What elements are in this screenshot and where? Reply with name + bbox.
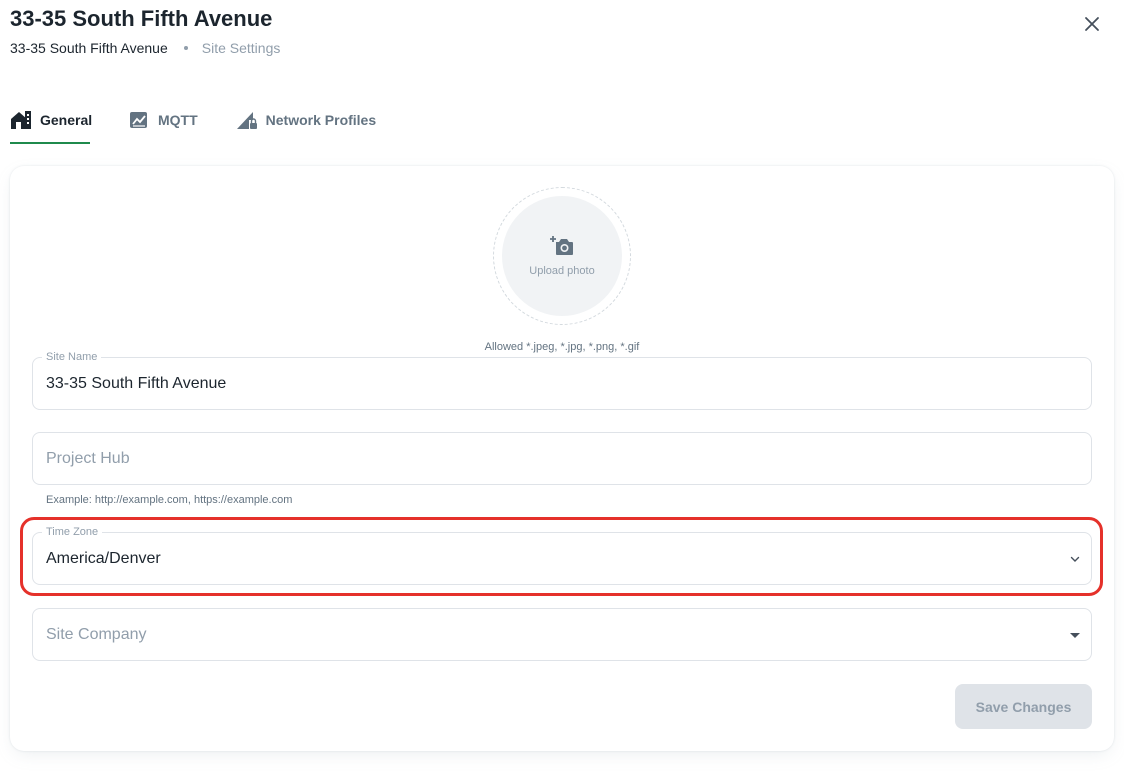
general-settings-card: Upload photo Allowed *.jpeg, *.jpg, *.pn…: [10, 166, 1114, 751]
breadcrumb-separator: [183, 46, 188, 50]
upload-photo-placeholder: Upload photo: [502, 196, 622, 316]
signal-lock-icon: [236, 110, 258, 130]
breadcrumb-current: Site Settings: [201, 40, 281, 56]
chart-line-icon: [128, 110, 150, 130]
project-hub-helper: Example: http://example.com, https://exa…: [46, 494, 293, 506]
site-company-select[interactable]: Site Company: [32, 608, 1092, 661]
time-zone-value: America/Denver: [46, 550, 161, 567]
page-header: 33-35 South Fifth Avenue: [10, 6, 272, 32]
site-name-label: Site Name: [42, 350, 102, 364]
tab-mqtt[interactable]: MQTT: [128, 106, 198, 144]
tab-mqtt-label: MQTT: [158, 112, 198, 128]
chevron-down-icon: [1067, 551, 1083, 567]
page-title: 33-35 South Fifth Avenue: [10, 6, 273, 31]
save-changes-button[interactable]: Save Changes: [955, 684, 1092, 729]
time-zone-select[interactable]: Time Zone America/Denver: [32, 525, 1092, 585]
home-icon: [10, 110, 32, 130]
breadcrumb: 33-35 South Fifth Avenue Site Settings: [10, 39, 280, 57]
caret-down-icon: [1067, 627, 1083, 643]
tab-bar: General MQTT Network Profiles: [10, 106, 376, 144]
upload-photo-dropzone[interactable]: Upload photo: [493, 187, 631, 325]
allowed-file-types: Allowed *.jpeg, *.jpg, *.png, *.gif: [484, 341, 640, 353]
time-zone-label: Time Zone: [42, 525, 103, 539]
tab-general[interactable]: General: [10, 106, 93, 144]
project-hub-field[interactable]: Project Hub: [32, 432, 1092, 485]
close-button[interactable]: [1080, 12, 1104, 36]
upload-photo-label: Upload photo: [529, 265, 595, 277]
site-name-value: 33-35 South Fifth Avenue: [46, 375, 227, 392]
site-name-field[interactable]: Site Name 33-35 South Fifth Avenue: [32, 350, 1092, 410]
project-hub-placeholder: Project Hub: [46, 450, 130, 467]
site-company-placeholder: Site Company: [46, 626, 147, 643]
tab-general-label: General: [40, 112, 93, 128]
tab-network-profiles-label: Network Profiles: [265, 112, 377, 128]
breadcrumb-site[interactable]: 33-35 South Fifth Avenue: [10, 39, 168, 57]
tab-network-profiles[interactable]: Network Profiles: [236, 106, 376, 144]
close-icon: [1085, 17, 1099, 31]
add-photo-icon: [550, 236, 573, 255]
